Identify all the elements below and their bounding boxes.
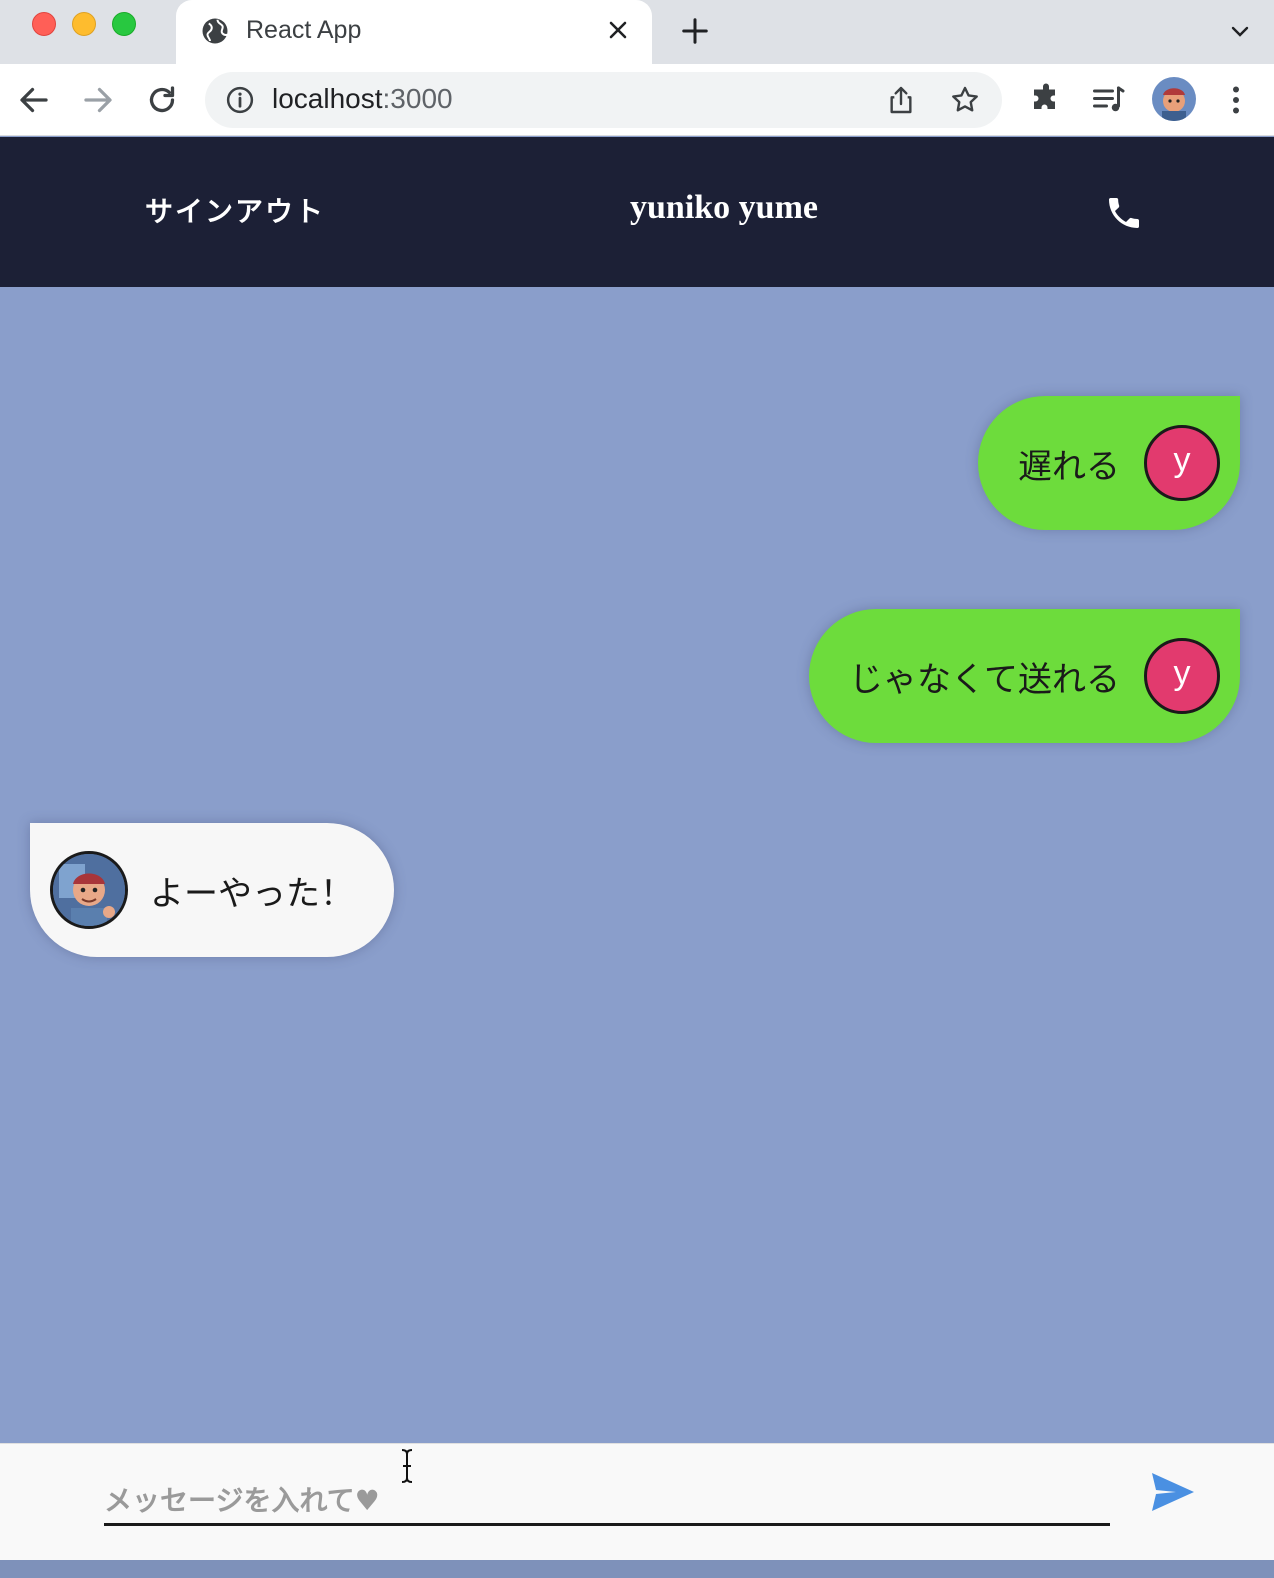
message-sent: 遅れる y — [978, 396, 1240, 530]
message-text: じゃなくて送れる — [849, 659, 1120, 700]
page-bottom-edge — [0, 1560, 1274, 1578]
call-button[interactable] — [1104, 193, 1144, 233]
send-icon — [1152, 1473, 1194, 1511]
chevron-down-icon[interactable] — [1228, 20, 1252, 44]
avatar: y — [1144, 638, 1220, 714]
site-info-icon[interactable] — [225, 85, 255, 115]
chat-header: サインアウト yuniko yume — [0, 137, 1274, 287]
message-received: よーやった！ — [30, 823, 394, 957]
address-host: localhost — [272, 83, 383, 114]
globe-icon — [202, 18, 228, 44]
window-close-button[interactable] — [32, 12, 56, 36]
profile-avatar[interactable] — [1152, 77, 1196, 121]
message-composer — [0, 1443, 1274, 1560]
send-button[interactable] — [1150, 1470, 1196, 1514]
bookmark-star-icon[interactable] — [949, 84, 981, 116]
window-maximize-button[interactable] — [112, 12, 136, 36]
chat-partner-name: yuniko yume — [630, 189, 818, 226]
browser-tab-active[interactable]: React App — [176, 0, 652, 64]
user-photo-icon — [53, 854, 125, 926]
browser-tab-bar: React App — [0, 0, 1274, 64]
browser-menu-kebab-icon[interactable] — [1218, 82, 1254, 118]
window-minimize-button[interactable] — [72, 12, 96, 36]
message-sent: じゃなくて送れる y — [809, 609, 1240, 743]
tab-title: React App — [246, 16, 362, 44]
address-port: :3000 — [382, 83, 453, 114]
ibeam-cursor-icon — [401, 1449, 413, 1483]
extensions-puzzle-icon[interactable] — [1028, 82, 1064, 118]
avatar: y — [1144, 425, 1220, 501]
forward-arrow-icon[interactable] — [80, 82, 116, 118]
reload-icon[interactable] — [144, 82, 180, 118]
browser-toolbar: localhost:3000 — [0, 64, 1274, 136]
address-url[interactable]: localhost:3000 — [272, 83, 453, 115]
phone-icon — [1109, 198, 1139, 228]
share-icon[interactable] — [885, 84, 917, 116]
message-input[interactable] — [104, 1470, 1110, 1526]
avatar — [50, 851, 128, 929]
profile-picture-icon — [1152, 77, 1196, 121]
message-text: よーやった！ — [150, 873, 354, 914]
message-text: 遅れる — [1018, 446, 1120, 487]
address-bar[interactable]: localhost:3000 — [205, 72, 1002, 128]
media-queue-icon[interactable] — [1090, 82, 1126, 118]
back-arrow-icon[interactable] — [16, 82, 52, 118]
tab-close-icon[interactable] — [606, 18, 630, 42]
new-tab-icon[interactable] — [680, 16, 710, 46]
signout-button[interactable]: サインアウト — [145, 190, 325, 230]
